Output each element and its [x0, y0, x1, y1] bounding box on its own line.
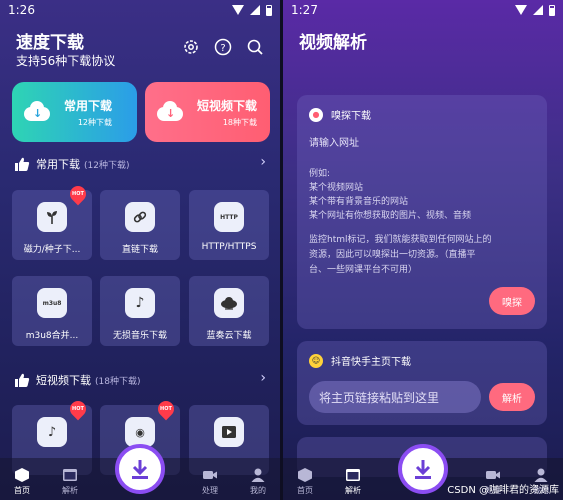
tab-parse[interactable]: 解析: [333, 468, 373, 496]
video-camera-icon: [203, 471, 217, 479]
cloud-icon: [214, 288, 244, 318]
svg-text:?: ?: [220, 43, 225, 54]
chevron-right-icon[interactable]: ›: [260, 370, 266, 386]
hot-badge-icon: HOT: [66, 182, 90, 206]
tiktok-icon: ♪: [37, 417, 67, 447]
signal-icon: [533, 5, 543, 15]
common-download-card[interactable]: ↓ 常用下载 12种下载: [12, 82, 137, 142]
grid-item-magnet[interactable]: HOT 磁力/种子下...: [12, 182, 92, 260]
wifi-icon: [232, 5, 244, 15]
grid-item-label: m3u8合并...: [25, 331, 79, 341]
status-bar: 1:26: [0, 0, 280, 20]
grid-item-m3u8[interactable]: m3u8 m3u8合并...: [12, 276, 92, 346]
app-subtitle: 支持56种下载协议: [16, 54, 116, 68]
status-time: 1:27: [291, 3, 318, 17]
sniff-button[interactable]: 嗅探: [489, 287, 535, 315]
short-video-download-card[interactable]: ↓ 短视频下载 18种下载: [145, 82, 270, 142]
signal-icon: [250, 5, 260, 15]
home-cube-icon: [15, 468, 29, 482]
grid-item-label: 无损音乐下载: [112, 331, 167, 341]
video-camera-icon: [486, 471, 500, 479]
tab-parse[interactable]: 解析: [50, 468, 90, 496]
card-title: 短视频下载: [197, 98, 258, 113]
link-icon: [125, 202, 155, 232]
help-icon[interactable]: ?: [214, 38, 232, 56]
download-fab[interactable]: [115, 444, 165, 494]
grid-item-label: 磁力/种子下...: [23, 245, 81, 255]
cloud-download-icon: ↓: [22, 101, 52, 123]
home-cube-icon: [298, 468, 312, 482]
app-title: 速度下载: [16, 33, 84, 53]
battery-icon: [549, 4, 555, 16]
tab-mine[interactable]: 我的: [238, 468, 278, 496]
http-icon: HTTP: [214, 202, 244, 232]
url-input[interactable]: 请输入网址: [297, 122, 547, 149]
play-icon: [214, 417, 244, 447]
hot-badge-icon: HOT: [66, 397, 90, 421]
tab-home[interactable]: 首页: [2, 468, 42, 496]
tab-home[interactable]: 首页: [285, 468, 325, 496]
download-fab[interactable]: [398, 444, 448, 494]
sniff-icon: ●: [309, 107, 323, 122]
grid-item-label: HTTP/HTTPS: [201, 242, 257, 252]
wifi-icon: [515, 5, 527, 15]
m3u8-icon: m3u8: [37, 288, 67, 318]
watermark: CSDN @咖啡君的资源库: [447, 485, 559, 496]
download-icon: [415, 460, 431, 479]
grid-item-label: 直链下载: [121, 245, 158, 255]
card-count: 12种下载: [77, 117, 113, 127]
video-reel-icon: ◉: [125, 417, 155, 447]
card-title: 常用下载: [64, 98, 113, 113]
sniff-panel: ● 嗅探下载 请输入网址 例如: 某个视频网站 某个带有背景音乐的网站 某个网址…: [297, 95, 547, 329]
home-screen: 1:26 速度下载 支持56种下载协议 ? ↓ 常用下载 12种下载 ↓ 短视频…: [0, 0, 280, 500]
music-icon: ♪: [125, 288, 155, 318]
chevron-right-icon[interactable]: ›: [260, 154, 266, 170]
grid-item-lossless-music[interactable]: ♪ 无损音乐下载: [100, 276, 180, 346]
monitor-description: 监控html标记，我们就能获取到任何网站上的 资源，因此可以嗅探出一切资源。（直…: [309, 235, 492, 275]
douyin-icon: ☺: [309, 353, 323, 368]
sniff-title: 嗅探下载: [331, 111, 371, 122]
settings-icon[interactable]: [182, 38, 200, 56]
browser-icon: [63, 469, 77, 481]
section-title-text: 常用下载: [36, 158, 80, 171]
homepage-link-input[interactable]: 将主页链接粘贴到这里: [309, 381, 481, 413]
douyin-title: 抖音快手主页下载: [331, 357, 411, 368]
examples-block: 例如: 某个视频网站 某个带有背景音乐的网站 某个网址有你想获取的图片、视频、音…: [309, 169, 472, 221]
section-title-text: 短视频下载: [36, 374, 91, 387]
grid-item-lanzou[interactable]: 蓝奏云下载: [189, 276, 269, 346]
person-icon: [534, 468, 548, 482]
grid-item-http[interactable]: HTTP HTTP/HTTPS: [189, 190, 269, 260]
person-icon: [251, 468, 265, 482]
status-bar: 1:27: [283, 0, 563, 20]
hot-badge-icon: HOT: [154, 397, 178, 421]
sprout-icon: [37, 202, 67, 232]
parse-button[interactable]: 解析: [489, 383, 535, 411]
douyin-panel: ☺ 抖音快手主页下载 将主页链接粘贴到这里 解析: [297, 341, 547, 425]
thumbs-up-icon: [15, 157, 30, 171]
section-count: (12种下载): [84, 160, 130, 171]
grid-item-direct-link[interactable]: 直链下载: [100, 190, 180, 260]
page-title: 视频解析: [299, 33, 367, 53]
browser-icon: [346, 469, 360, 481]
status-time: 1:26: [8, 3, 35, 17]
grid-item-label: 蓝奏云下载: [206, 331, 252, 341]
battery-icon: [266, 4, 272, 16]
thumbs-up-icon: [15, 373, 30, 387]
section-short-video: 短视频下载 (18种下载): [14, 372, 140, 388]
search-icon[interactable]: [246, 38, 264, 56]
cloud-download-icon: ↓: [155, 101, 185, 123]
card-count: 18种下载: [222, 117, 258, 127]
section-common-download: 常用下载 (12种下载): [14, 156, 129, 172]
download-icon: [132, 460, 148, 479]
section-count: (18种下载): [95, 376, 141, 387]
tab-process[interactable]: 处理: [190, 468, 230, 496]
parse-screen: 1:27 视频解析 ● 嗅探下载 请输入网址 例如: 某个视频网站 某个带有背景…: [283, 0, 563, 500]
